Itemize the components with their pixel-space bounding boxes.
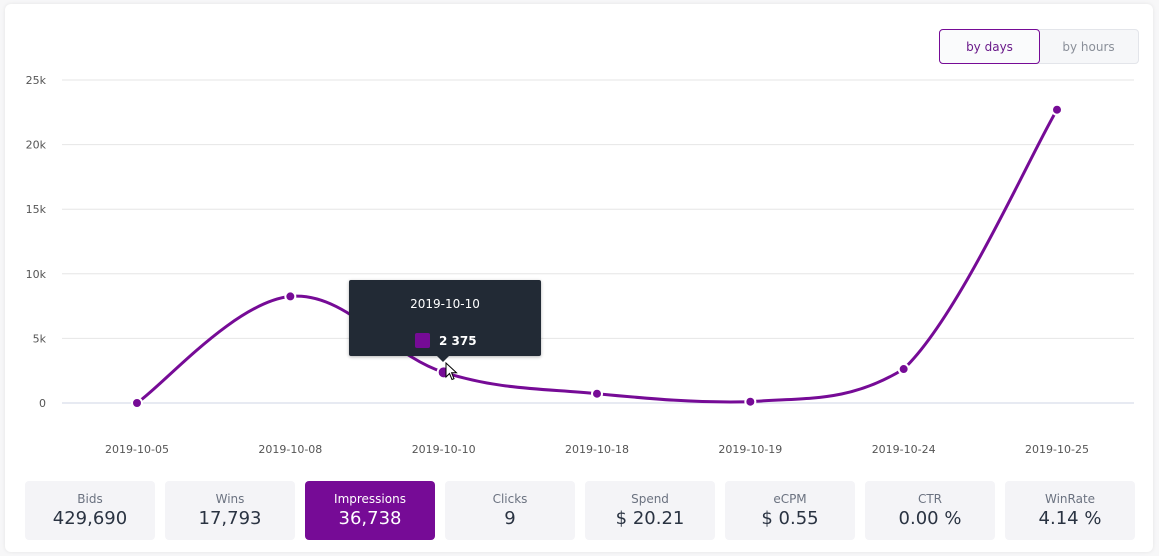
line-chart: 0 5k 10k 15k 20k 25k 2019-10-05 2019-10-08 2019-… [26,74,1134,456]
stat-winrate[interactable]: WinRate 4.14 % [1005,481,1135,540]
stat-label: WinRate [1044,492,1096,506]
stat-wins[interactable]: Wins 17,793 [165,481,295,540]
y-tick-label: 0 [39,397,46,410]
data-point [131,397,143,409]
stat-label: Wins [215,492,245,506]
x-tick-label: 2019-10-19 [718,443,782,456]
y-tick-label: 15k [26,203,47,216]
y-tick-label: 20k [26,139,47,152]
stat-impressions[interactable]: Impressions 36,738 [305,481,435,540]
stat-label: Clicks [492,492,528,506]
stat-value: 429,690 [52,508,128,529]
data-point [1051,103,1063,116]
stat-label: Impressions [334,492,406,506]
x-tick-label: 2019-10-08 [258,443,322,456]
mouse-cursor-icon [445,362,458,381]
x-tick-label: 2019-10-18 [565,443,629,456]
y-tick-label: 25k [26,74,47,87]
stat-ctr[interactable]: CTR 0.00 % [865,481,995,540]
x-tick-label: 2019-10-24 [872,443,936,456]
stat-spend[interactable]: Spend $ 20.21 [585,481,715,540]
stats-bar: Bids 429,690 Wins 17,793 Impressions 36,… [25,481,1135,540]
stat-value: 36,738 [338,508,402,529]
stat-label: eCPM [773,492,807,506]
stat-label: Bids [77,492,103,506]
tooltip-date: 2019-10-10 [410,297,480,311]
stat-clicks[interactable]: Clicks 9 [445,481,575,540]
data-point [897,363,910,376]
stat-value: $ 20.21 [615,508,685,529]
chart-tooltip: 2019-10-10 2 375 [349,280,541,362]
stat-label: CTR [917,492,943,506]
data-point [284,290,297,303]
tooltip-row: 2 375 [415,333,477,348]
stat-value: 9 [504,508,516,529]
series-swatch-icon [415,333,430,348]
stat-value: $ 0.55 [761,508,819,529]
series-line [135,108,1059,405]
stat-value: 0.00 % [898,508,962,529]
y-tick-label: 5k [33,332,47,345]
x-tick-label: 2019-10-10 [412,443,476,456]
stat-bids[interactable]: Bids 429,690 [25,481,155,540]
stat-label: Spend [631,492,669,506]
stat-ecpm[interactable]: eCPM $ 0.55 [725,481,855,540]
data-point [591,387,603,400]
stat-value: 4.14 % [1038,508,1102,529]
data-point [744,395,757,408]
tooltip-value: 2 375 [439,333,477,348]
x-tick-label: 2019-10-25 [1025,443,1089,456]
stat-value: 17,793 [198,508,262,529]
x-tick-label: 2019-10-05 [105,443,169,456]
y-tick-label: 10k [26,268,47,281]
